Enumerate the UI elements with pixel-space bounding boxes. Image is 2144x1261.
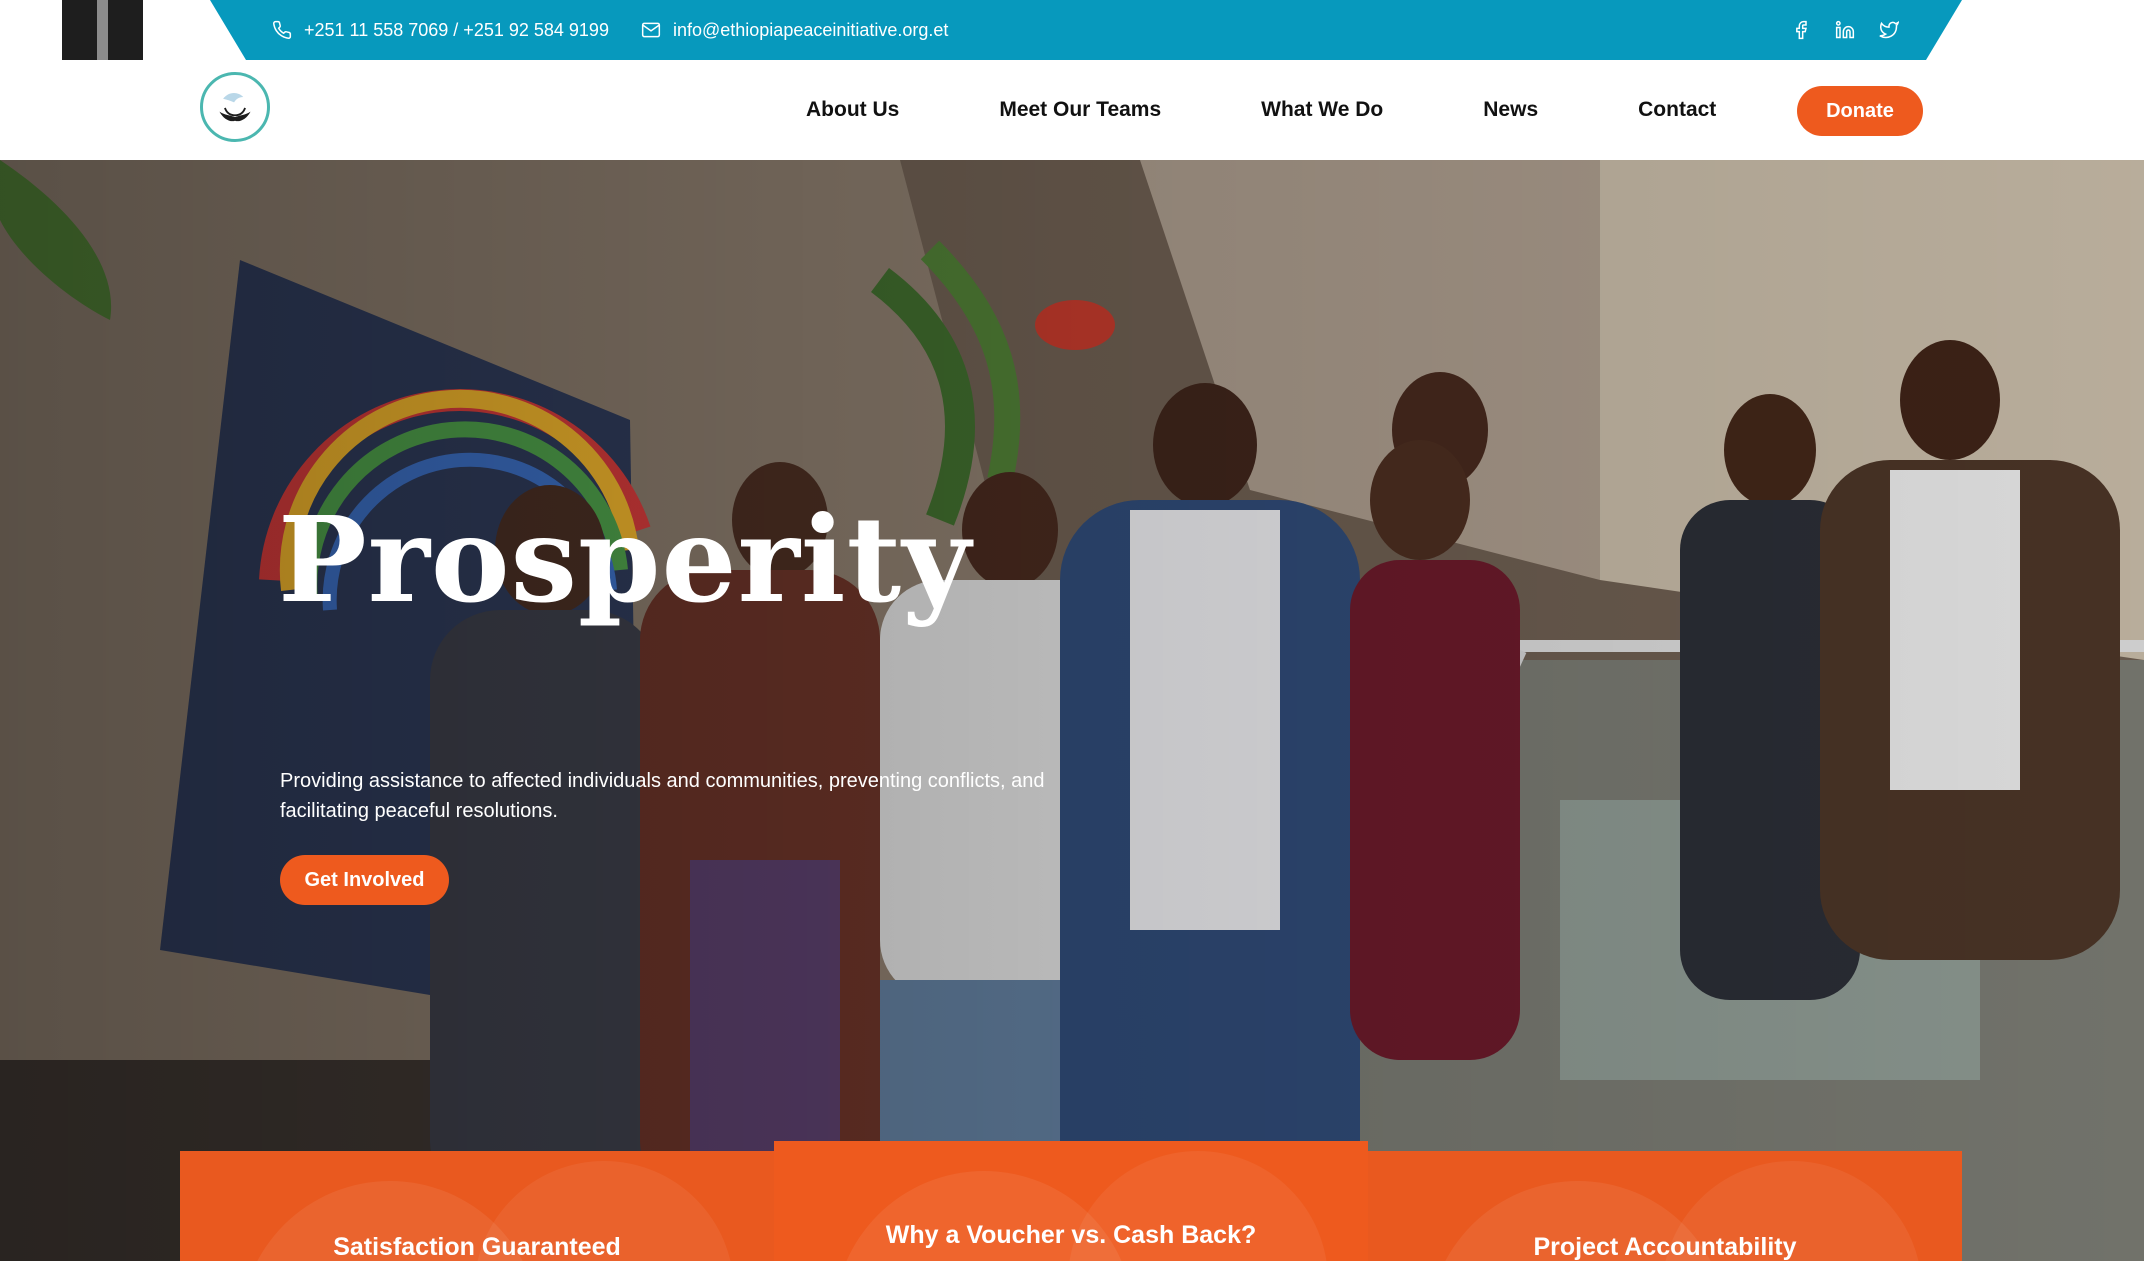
main-navbar: About Us Meet Our Teams What We Do News …: [0, 60, 2144, 160]
social-links: [1790, 0, 1900, 60]
email-contact[interactable]: info@ethiopiapeaceinitiative.org.et: [641, 20, 948, 41]
nav-contact[interactable]: Contact: [1638, 98, 1716, 122]
nav-what-we-do[interactable]: What We Do: [1261, 98, 1383, 122]
nav-news[interactable]: News: [1483, 98, 1538, 122]
get-involved-button[interactable]: Get Involved: [280, 855, 449, 905]
site-logo[interactable]: [200, 72, 270, 142]
card-title: Project Accountability: [1533, 1233, 1797, 1261]
nav-links: About Us Meet Our Teams What We Do News …: [806, 60, 1816, 160]
card-title: Satisfaction Guaranteed: [333, 1233, 621, 1261]
phone-text[interactable]: +251 11 558 7069 / +251 92 584 9199: [304, 20, 609, 41]
mail-icon: [641, 20, 661, 40]
hero-overlay: [0, 160, 2144, 1261]
nav-meet-our-teams[interactable]: Meet Our Teams: [999, 98, 1161, 122]
email-text[interactable]: info@ethiopiapeaceinitiative.org.et: [673, 20, 948, 41]
feature-card[interactable]: Project Accountability: [1368, 1151, 1962, 1261]
hero-section: Prosperity Providing assistance to affec…: [0, 160, 2144, 1261]
contact-info: +251 11 558 7069 / +251 92 584 9199 info…: [272, 0, 948, 60]
linkedin-icon[interactable]: [1834, 19, 1856, 41]
facebook-icon[interactable]: [1790, 19, 1812, 41]
phone-contact[interactable]: +251 11 558 7069 / +251 92 584 9199: [272, 20, 609, 41]
twitter-icon[interactable]: [1878, 19, 1900, 41]
feature-cards: Satisfaction Guaranteed Why a Voucher vs…: [180, 1141, 1962, 1261]
top-contact-bar: +251 11 558 7069 / +251 92 584 9199 info…: [210, 0, 1962, 60]
phone-icon: [272, 20, 292, 40]
nav-about-us[interactable]: About Us: [806, 98, 899, 122]
card-title: Why a Voucher vs. Cash Back?: [885, 1221, 1257, 1249]
donate-button[interactable]: Donate: [1797, 86, 1923, 136]
hero-title: Prosperity: [278, 490, 972, 629]
feature-card[interactable]: Why a Voucher vs. Cash Back?: [774, 1141, 1368, 1261]
feature-card[interactable]: Satisfaction Guaranteed: [180, 1151, 774, 1261]
hero-description: Providing assistance to affected individ…: [280, 770, 1045, 822]
